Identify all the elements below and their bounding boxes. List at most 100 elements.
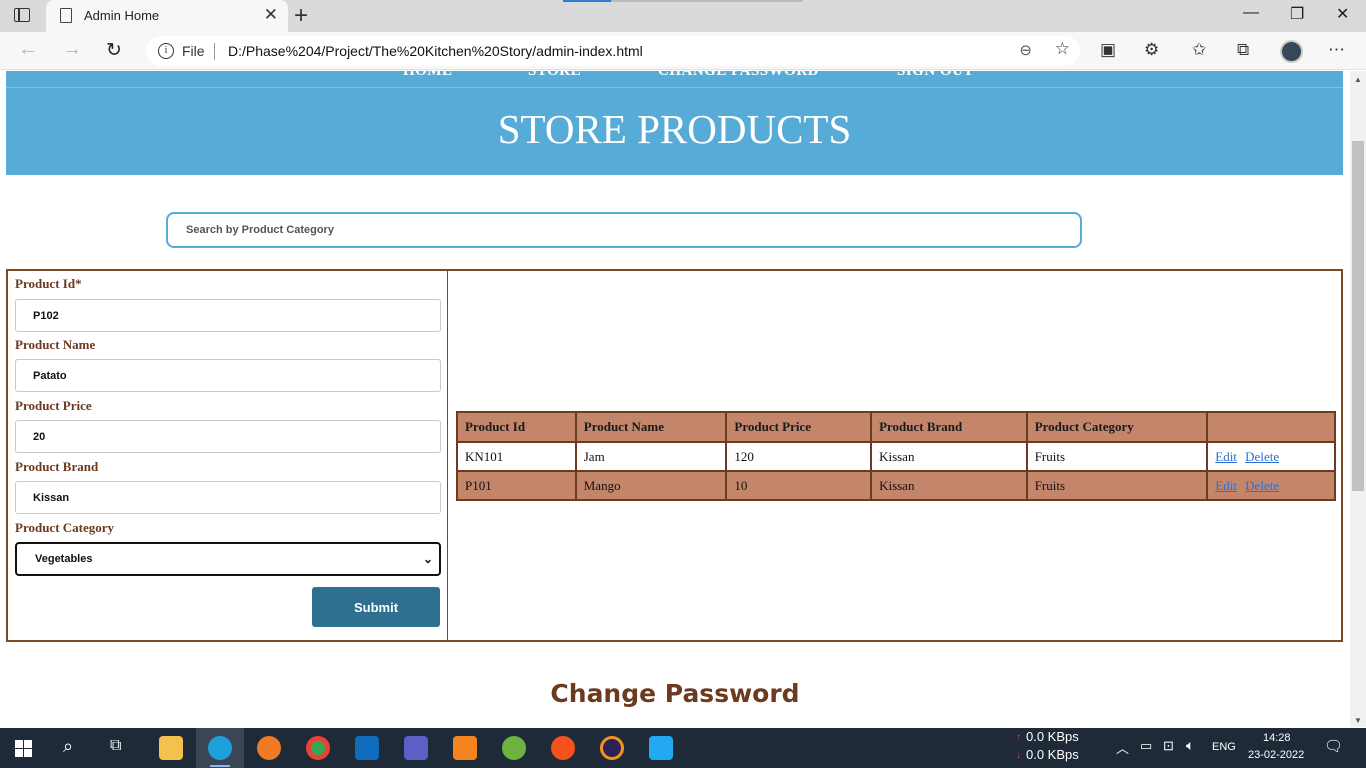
cell-actions: Edit Delete — [1206, 470, 1336, 501]
edge-icon[interactable] — [208, 736, 232, 760]
delete-link[interactable]: Delete — [1245, 478, 1279, 493]
collections-icon[interactable]: ▣ — [1100, 40, 1116, 60]
nav-change-password[interactable]: CHANGE PASSWORD — [658, 71, 819, 80]
network-icon[interactable]: ⊡ — [1163, 738, 1174, 754]
page-scrollbar[interactable]: ▲ ▼ — [1350, 71, 1366, 727]
delete-link[interactable]: Delete — [1245, 449, 1279, 464]
chrome-icon[interactable] — [306, 736, 330, 760]
teams-icon[interactable] — [404, 736, 428, 760]
add-favorite-icon[interactable]: ☆ — [1055, 39, 1070, 59]
col-header-product-name: Product Name — [574, 411, 728, 443]
product-panel: Product Id* Product Name Product Price P… — [6, 269, 1343, 642]
cell-product-name: Jam — [574, 441, 728, 472]
col-header-product-category: Product Category — [1025, 411, 1209, 443]
product-brand-field[interactable] — [15, 481, 441, 514]
product-id-label: Product Id* — [15, 276, 82, 291]
new-tab-icon[interactable]: + — [294, 2, 308, 30]
clock-date[interactable]: 23-02-2022 — [1248, 749, 1304, 761]
outlook-icon[interactable] — [355, 736, 379, 760]
scroll-up-icon[interactable]: ▲ — [1354, 75, 1362, 84]
firefox-icon[interactable] — [257, 736, 281, 760]
scroll-down-icon[interactable]: ▼ — [1354, 716, 1362, 725]
clock-time[interactable]: 14:28 — [1263, 732, 1291, 744]
col-header-product-id: Product Id — [456, 411, 577, 443]
net-up-speed: 0.0 KBps — [1026, 729, 1079, 744]
product-name-label: Product Name — [15, 337, 96, 352]
table-header-row: Product Id Product Name Product Price Pr… — [456, 411, 1336, 443]
cell-product-id: KN101 — [456, 441, 577, 472]
cell-product-category: Fruits — [1025, 470, 1209, 501]
zoom-icon[interactable]: ⊖ — [1019, 41, 1032, 59]
address-bar[interactable]: i File D:/Phase%204/Project/The%20Kitche… — [146, 36, 1080, 66]
cell-actions: Edit Delete — [1206, 441, 1336, 472]
profile-avatar[interactable] — [1280, 40, 1303, 63]
search-icon[interactable]: ⌕ — [63, 736, 73, 757]
chevron-down-icon: ⌄ — [422, 552, 433, 566]
tab-accent-gray — [611, 0, 803, 2]
net-down-speed: 0.0 KBps — [1026, 747, 1079, 762]
language-indicator[interactable]: ENG — [1212, 741, 1236, 753]
nav-store[interactable]: STORE — [528, 71, 581, 80]
product-price-field[interactable] — [15, 420, 441, 453]
show-hidden-icons-chevron-icon[interactable]: ︿ — [1116, 738, 1129, 757]
page-title: STORE PRODUCTS — [497, 106, 852, 152]
url-text[interactable]: D:/Phase%204/Project/The%20Kitchen%20Sto… — [228, 43, 643, 59]
scroll-thumb[interactable] — [1352, 141, 1364, 491]
restore-icon[interactable]: ❐ — [1290, 4, 1304, 24]
product-price-label: Product Price — [15, 398, 92, 413]
info-icon[interactable]: i — [158, 43, 174, 59]
back-icon[interactable]: ← — [18, 38, 38, 61]
postman-icon[interactable] — [551, 736, 575, 760]
nav-home[interactable]: HOME — [403, 71, 453, 80]
products-table: Product Id Product Name Product Price Pr… — [456, 411, 1336, 501]
reload-icon[interactable]: ↻ — [106, 39, 122, 62]
volume-icon[interactable]: 🔈︎ — [1186, 737, 1194, 754]
net-down-arrow-icon: ↓ — [1016, 750, 1021, 761]
eclipse-icon[interactable] — [600, 736, 624, 760]
product-category-select[interactable]: Vegetables ⌄ — [15, 542, 441, 576]
nav-sign-out[interactable]: SIGN OUT — [897, 71, 974, 80]
browser-tab[interactable]: Admin Home ✕ — [46, 0, 288, 32]
page-viewport: HOME STORE CHANGE PASSWORD SIGN OUT STOR… — [0, 71, 1350, 727]
xampp-icon[interactable] — [453, 736, 477, 760]
file-explorer-icon[interactable] — [159, 736, 183, 760]
tab-actions-icon[interactable] — [14, 8, 30, 22]
tab-accent — [563, 0, 611, 2]
table-row: P101 Mango 10 Kissan Fruits Edit Delete — [456, 470, 1336, 501]
tab-collections-icon[interactable]: ⧉ — [1237, 40, 1249, 60]
product-brand-label: Product Brand — [15, 459, 99, 474]
edit-link[interactable]: Edit — [1215, 449, 1237, 464]
task-view-icon[interactable]: ⧉ — [110, 737, 121, 755]
notifications-icon[interactable]: 🗨︎ — [1324, 737, 1343, 755]
close-window-icon[interactable]: ✕ — [1336, 4, 1349, 24]
site-header: HOME STORE CHANGE PASSWORD SIGN OUT STOR… — [6, 71, 1343, 175]
favorites-icon[interactable]: ✩ — [1192, 40, 1206, 60]
submit-button[interactable]: Submit — [312, 587, 440, 627]
search-input[interactable] — [166, 212, 1082, 248]
col-header-actions — [1206, 411, 1336, 443]
windows-start-icon[interactable] — [15, 740, 32, 757]
browser-tab-bar: Admin Home ✕ + — ❐ ✕ — [0, 0, 1366, 32]
edit-link[interactable]: Edit — [1215, 478, 1237, 493]
product-name-field[interactable] — [15, 359, 441, 392]
forward-icon[interactable]: → — [62, 38, 82, 61]
cell-product-brand: Kissan — [870, 441, 1028, 472]
more-menu-icon[interactable]: ⋯ — [1328, 40, 1345, 60]
spring-tools-icon[interactable] — [502, 736, 526, 760]
product-category-label: Product Category — [15, 520, 115, 535]
change-password-heading: Change Password — [550, 679, 800, 708]
cell-product-category: Fruits — [1025, 441, 1209, 472]
address-toolbar: ← → ↻ i File D:/Phase%204/Project/The%20… — [0, 32, 1366, 70]
file-label: File — [182, 43, 205, 59]
url-separator — [214, 43, 215, 60]
product-id-field[interactable] — [15, 299, 441, 332]
close-tab-icon[interactable]: ✕ — [264, 5, 278, 25]
battery-icon[interactable]: ▭ — [1140, 738, 1152, 754]
extensions-icon[interactable]: ⚙ — [1144, 40, 1159, 60]
cell-product-price: 10 — [725, 470, 873, 501]
vscode-icon[interactable] — [649, 736, 673, 760]
col-header-product-price: Product Price — [725, 411, 873, 443]
cell-product-price: 120 — [725, 441, 873, 472]
top-nav: HOME STORE CHANGE PASSWORD SIGN OUT — [6, 71, 1343, 88]
minimize-icon[interactable]: — — [1243, 4, 1259, 22]
